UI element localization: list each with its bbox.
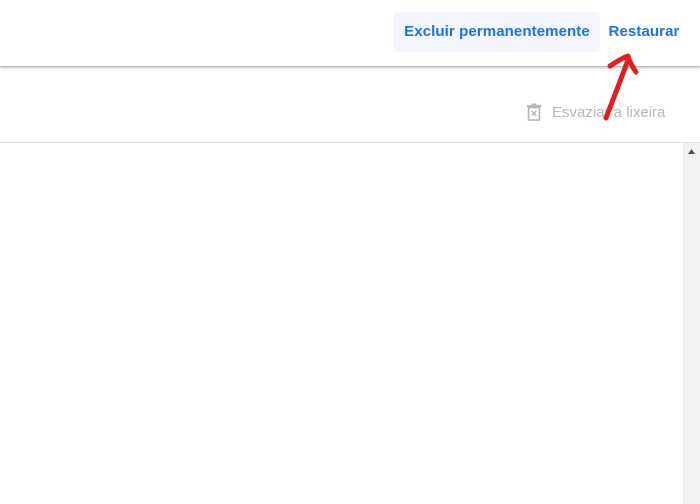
trash-x-icon [526,103,542,121]
trash-toolbar: Esvaziar a lixeira [0,67,700,143]
scroll-up-arrow-icon[interactable] [683,143,700,160]
trash-list-area [0,143,683,504]
trash-page: Excluir permanentemente Restaurar Esvazi… [0,0,700,504]
selection-action-bar: Excluir permanentemente Restaurar [0,0,700,66]
restore-button[interactable]: Restaurar [600,12,688,52]
delete-permanently-button[interactable]: Excluir permanentemente [394,12,600,52]
empty-trash-label: Esvaziar a lixeira [552,103,666,121]
empty-trash-button[interactable]: Esvaziar a lixeira [526,100,665,124]
vertical-scrollbar[interactable] [683,143,700,504]
